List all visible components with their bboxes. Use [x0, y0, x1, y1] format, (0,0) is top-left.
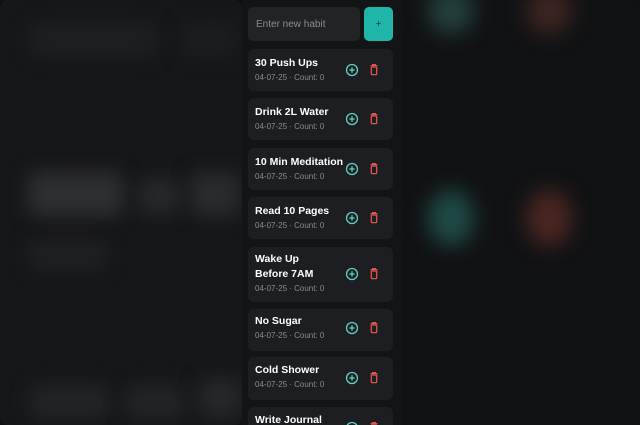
plus-circle-icon	[345, 321, 359, 335]
delete-button[interactable]	[366, 111, 382, 127]
habit-meta: 04-07-25 · Count: 0	[255, 284, 325, 293]
habit-card: Read 10 Pages 04-07-25 · Count: 0	[248, 197, 393, 239]
background-blur-block	[180, 22, 238, 56]
delete-button[interactable]	[366, 210, 382, 226]
background-blur-block	[30, 385, 110, 419]
background-blur-dot	[428, 190, 474, 246]
delete-button[interactable]	[366, 62, 382, 78]
habit-name: Cold Shower	[255, 364, 320, 376]
trash-icon	[370, 212, 378, 224]
increment-button[interactable]	[344, 111, 360, 127]
trash-icon	[370, 372, 378, 384]
plus-circle-icon	[345, 371, 359, 385]
habit-name: Wake Up Before 7AM	[255, 253, 314, 280]
habit-meta: 04-07-25 · Count: 0	[255, 172, 325, 181]
plus-circle-icon	[346, 421, 358, 425]
habit-meta: 04-07-25 · Count: 0	[255, 73, 325, 82]
trash-icon	[370, 268, 378, 280]
habit-name: Drink 2L Water	[255, 106, 329, 118]
plus-circle-icon	[345, 162, 359, 176]
habit-card: 30 Push Ups 04-07-25 · Count: 0	[248, 49, 393, 91]
background-blur-block	[28, 172, 124, 216]
habit-name: No Sugar	[255, 315, 302, 327]
habit-name: 10 Min Meditation	[255, 156, 344, 168]
habit-name: Read 10 Pages	[255, 205, 330, 217]
plus-circle-icon	[345, 63, 359, 77]
plus-circle-icon	[345, 211, 359, 225]
habit-meta: 04-07-25 · Count: 0	[255, 380, 325, 389]
background-blur-block	[190, 172, 240, 216]
plus-icon: +	[375, 19, 382, 28]
increment-button[interactable]	[344, 320, 360, 336]
habit-card: Drink 2L Water 04-07-25 · Count: 0	[248, 98, 393, 140]
background-blur-block	[28, 240, 108, 270]
increment-button[interactable]	[344, 420, 360, 425]
background-blur-block	[28, 22, 158, 56]
new-habit-row: +	[248, 7, 393, 41]
background-blur-block	[138, 178, 180, 214]
habit-meta: 04-07-25 · Count: 0	[255, 221, 325, 230]
increment-button[interactable]	[344, 62, 360, 78]
habit-meta: 04-07-25 · Count: 0	[255, 122, 325, 131]
add-habit-button[interactable]: +	[364, 7, 393, 41]
trash-icon	[370, 64, 378, 76]
habit-card: 10 Min Meditation 04-07-25 · Count: 0	[248, 148, 393, 190]
background-blur-block	[125, 385, 185, 419]
increment-button[interactable]	[344, 370, 360, 386]
delete-button[interactable]	[366, 370, 382, 386]
trash-icon	[370, 163, 378, 175]
habit-meta: 04-07-25 · Count: 0	[255, 331, 325, 340]
new-habit-input[interactable]	[248, 7, 360, 41]
habit-card: Cold Shower 04-07-25 · Count: 0	[248, 357, 393, 400]
habit-panel: + 30 Push Ups 04-07-25 · Count: 0 Drink …	[242, 0, 402, 425]
plus-circle-icon	[345, 267, 359, 281]
habit-card: Wake Up Before 7AM 04-07-25 · Count: 0	[248, 247, 393, 302]
habit-name: Write Journal	[255, 414, 322, 425]
increment-button[interactable]	[344, 161, 360, 177]
background-blur-dot	[526, 190, 572, 246]
trash-icon	[370, 113, 378, 125]
plus-circle-icon	[345, 112, 359, 126]
delete-button[interactable]	[366, 161, 382, 177]
habit-name: 30 Push Ups	[255, 57, 319, 69]
habit-card: Write Journal	[248, 407, 393, 425]
app-screen: + 30 Push Ups 04-07-25 · Count: 0 Drink …	[0, 0, 640, 425]
delete-button[interactable]	[366, 320, 382, 336]
background-blur-block	[198, 378, 242, 418]
trash-icon	[370, 422, 378, 425]
increment-button[interactable]	[344, 210, 360, 226]
habit-card: No Sugar 04-07-25 · Count: 0	[248, 309, 393, 351]
delete-button[interactable]	[366, 266, 382, 282]
increment-button[interactable]	[344, 266, 360, 282]
delete-button[interactable]	[366, 420, 382, 425]
trash-icon	[370, 322, 378, 334]
